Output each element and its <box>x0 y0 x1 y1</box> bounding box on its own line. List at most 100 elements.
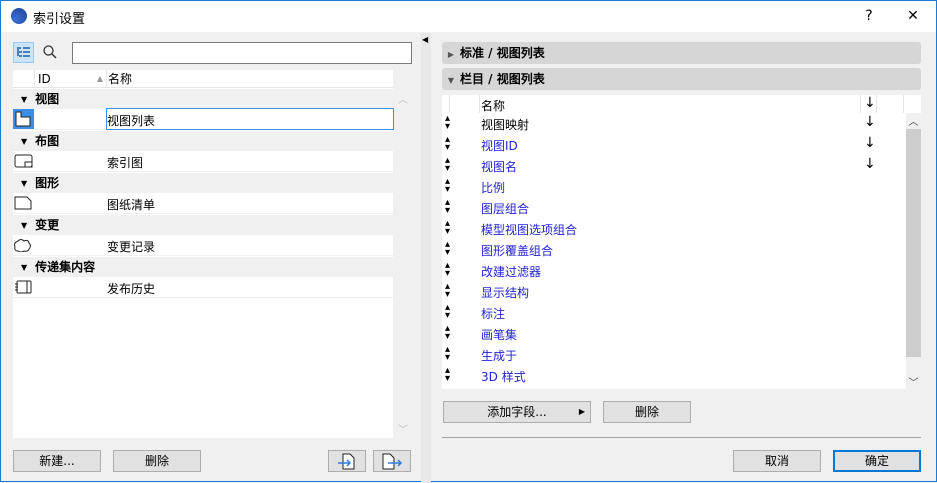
group-header[interactable]: ▼ 图形 <box>13 173 393 193</box>
submenu-arrow-icon: ▶ <box>578 407 585 416</box>
list-item[interactable]: 图纸清单 <box>13 193 393 214</box>
group-header[interactable]: ▼ 变更 <box>13 215 393 235</box>
column-id-label: ID <box>38 72 51 86</box>
field-row[interactable]: ▴ ▾ 视图映射 ↓ <box>442 113 906 134</box>
group-label: 传递集内容 <box>35 260 96 274</box>
section-columns[interactable]: ▼ 栏目 / 视图列表 <box>442 68 921 90</box>
collapse-triangle-icon: ▼ <box>21 136 28 146</box>
collapse-triangle-icon: ▼ <box>447 76 455 85</box>
scroll-up-icon[interactable]: ︿ <box>395 91 411 106</box>
export-button[interactable] <box>373 450 411 472</box>
close-button[interactable]: ✕ <box>901 5 925 27</box>
right-scrollbar[interactable]: ︿ ﹀ <box>906 113 921 389</box>
drag-handle-icon[interactable]: ▴ ▾ <box>445 219 450 237</box>
group-header[interactable]: ▼ 传递集内容 <box>13 257 393 277</box>
scroll-up-icon[interactable]: ︿ <box>906 113 921 128</box>
drag-handle-icon[interactable]: ▴ ▾ <box>445 177 450 195</box>
group-header[interactable]: ▼ 视图 <box>13 89 393 109</box>
drag-handle-icon[interactable]: ▴ ▾ <box>445 240 450 258</box>
drag-handle-icon[interactable]: ▴ ▾ <box>445 366 450 384</box>
delete-field-button[interactable]: 删除 <box>603 401 691 423</box>
new-button[interactable]: 新建... <box>13 450 101 472</box>
field-name: 比例 <box>481 181 506 195</box>
tree-view-toggle[interactable] <box>13 42 34 63</box>
field-row[interactable]: ▴ ▾ 比例 <box>442 176 906 197</box>
field-row[interactable]: ▴ ▾ 图层组合 <box>442 197 906 218</box>
group-label: 变更 <box>35 218 60 232</box>
import-button[interactable] <box>328 450 366 472</box>
drag-handle-icon[interactable]: ▴ ▾ <box>445 282 450 300</box>
drag-handle-icon[interactable]: ▴ ▾ <box>445 114 450 132</box>
group-header[interactable]: ▼ 布图 <box>13 131 393 151</box>
collapse-triangle-icon: ▼ <box>21 262 28 272</box>
field-row[interactable]: ▴ ▾ 图形覆盖组合 <box>442 239 906 260</box>
scrollbar-thumb[interactable] <box>906 129 921 357</box>
title-bar: 索引设置 ? ✕ <box>1 1 936 32</box>
field-name: 图形覆盖组合 <box>481 244 554 258</box>
window-title: 索引设置 <box>33 12 86 27</box>
section-label: 标准 / 视图列表 <box>460 46 545 60</box>
field-row[interactable]: ▴ ▾ 视图ID ↓ <box>442 134 906 155</box>
section-label: 栏目 / 视图列表 <box>460 72 545 86</box>
drag-handle-icon[interactable]: ▴ ▾ <box>445 324 450 342</box>
add-field-button[interactable]: 添加字段... ▶ <box>443 401 591 423</box>
left-scrollbar[interactable]: ︿ ﹀ <box>395 89 411 438</box>
group-label: 图形 <box>35 176 60 190</box>
column-header-name[interactable]: 名称 <box>108 70 132 88</box>
drag-handle-icon[interactable]: ▴ ▾ <box>445 345 450 363</box>
item-name: 图纸清单 <box>107 198 156 212</box>
field-name: 生成于 <box>481 349 518 363</box>
item-name: 视图列表 <box>107 114 156 128</box>
sort-indicator[interactable]: ↓ <box>864 135 876 151</box>
field-name: 画笔集 <box>481 328 518 342</box>
field-row[interactable]: ▴ ▾ 3D 样式 <box>442 365 906 386</box>
item-name: 变更记录 <box>107 240 156 254</box>
field-row[interactable]: ▴ ▾ 视图名 ↓ <box>442 155 906 176</box>
list-item[interactable]: 变更记录 <box>13 235 393 256</box>
divider <box>442 437 921 438</box>
field-row[interactable]: ▴ ▾ 画笔集 <box>442 323 906 344</box>
field-row[interactable]: ▴ ▾ 改建过滤器 <box>442 260 906 281</box>
field-row[interactable]: ▴ ▾ 标注 <box>442 302 906 323</box>
group-label: 视图 <box>35 92 60 106</box>
tree-list-icon <box>17 47 30 57</box>
import-icon <box>338 453 355 470</box>
drag-handle-icon[interactable]: ▴ ▾ <box>445 198 450 216</box>
collapse-triangle-icon: ▼ <box>21 94 28 104</box>
collapse-left-icon[interactable]: ◀ <box>422 35 428 44</box>
drag-handle-icon[interactable]: ▴ ▾ <box>445 261 450 279</box>
collapse-triangle-icon: ▼ <box>21 220 28 230</box>
field-name: 改建过滤器 <box>481 265 542 279</box>
notebook-icon <box>15 280 32 294</box>
sort-indicator[interactable]: ↓ <box>864 114 876 130</box>
drag-handle-icon[interactable]: ▴ ▾ <box>445 156 450 174</box>
list-item[interactable]: 索引图 <box>13 151 393 172</box>
search-input[interactable] <box>72 42 412 64</box>
help-button[interactable]: ? <box>857 5 881 27</box>
search-icon[interactable] <box>42 44 58 60</box>
field-name: 模型视图选项组合 <box>481 223 578 237</box>
drag-handle-icon[interactable]: ▴ ▾ <box>445 135 450 153</box>
cancel-button[interactable]: 取消 <box>733 450 821 472</box>
field-name: 3D 样式 <box>481 370 526 384</box>
drag-handle-icon[interactable]: ▴ ▾ <box>445 303 450 321</box>
field-row[interactable]: ▴ ▾ 显示结构 <box>442 281 906 302</box>
scroll-down-icon[interactable]: ﹀ <box>906 374 921 389</box>
delete-index-button[interactable]: 删除 <box>113 450 201 472</box>
item-name: 发布历史 <box>107 282 156 296</box>
column-header-sort[interactable]: ↓ <box>864 95 876 111</box>
field-name: 图层组合 <box>481 202 530 216</box>
panel-splitter[interactable]: ◀ <box>421 33 431 483</box>
sort-indicator[interactable]: ↓ <box>864 156 876 172</box>
column-header-name[interactable]: 名称 <box>481 97 505 114</box>
field-row[interactable]: ▴ ▾ 模型视图选项组合 <box>442 218 906 239</box>
scroll-down-icon[interactable]: ﹀ <box>395 421 411 436</box>
column-header-id[interactable]: ID ▲ <box>34 70 107 88</box>
ok-button[interactable]: 确定 <box>833 450 921 472</box>
field-name: 视图映射 <box>481 118 530 132</box>
list-item[interactable]: 视图列表 <box>13 108 394 130</box>
section-standard[interactable]: ▶ 标准 / 视图列表 <box>442 42 921 64</box>
list-item[interactable]: 发布历史 <box>13 277 393 298</box>
field-row[interactable]: ▴ ▾ 生成于 <box>442 344 906 365</box>
drawing-icon <box>14 196 32 210</box>
